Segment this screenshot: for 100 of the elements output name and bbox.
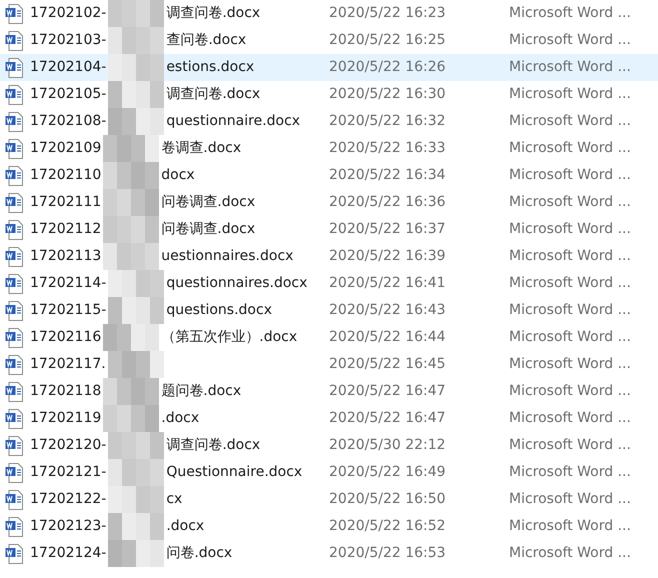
- file-name: uestionnaires.docx: [161, 247, 294, 266]
- date-modified: 2020/5/22 16:23: [329, 4, 447, 23]
- file-name: 卷调查.docx: [161, 139, 242, 158]
- word-document-icon: [5, 84, 23, 104]
- date-modified: 2020/5/22 16:37: [329, 220, 447, 239]
- word-document-icon: [5, 436, 23, 456]
- file-name: questionnaire.docx: [166, 112, 300, 131]
- file-name: 17202112: [30, 220, 102, 239]
- word-document-icon: [5, 112, 23, 132]
- redaction-mosaic: [103, 162, 160, 189]
- redaction-mosaic: [108, 513, 164, 540]
- file-row[interactable]: 17202111 问卷调查.docx 2020/5/22 16:36 Microsoft Word ...: [0, 189, 658, 216]
- redaction-mosaic: [108, 459, 164, 486]
- file-type: Microsoft Word ...: [509, 4, 631, 23]
- date-modified: 2020/5/22 16:39: [329, 247, 447, 266]
- file-type: Microsoft Word ...: [509, 409, 631, 428]
- file-row[interactable]: 17202114- questionnaires.docx 2020/5/22 16:41 Microsoft Word ...: [0, 270, 658, 297]
- redaction-mosaic: [108, 81, 164, 108]
- file-name: 17202105-: [30, 85, 106, 104]
- date-modified: 2020/5/22 16:53: [329, 544, 447, 563]
- file-type: Microsoft Word ...: [509, 382, 631, 401]
- word-document-icon: [5, 408, 23, 428]
- date-modified: 2020/5/22 16:33: [329, 139, 447, 158]
- file-type: Microsoft Word ...: [509, 517, 631, 536]
- file-type: Microsoft Word ...: [509, 85, 631, 104]
- file-name: questions.docx: [166, 301, 272, 320]
- file-row[interactable]: 17202123- .docx 2020/5/22 16:52 Microsoft Word ...: [0, 513, 658, 540]
- date-modified: 2020/5/22 16:25: [329, 31, 447, 50]
- file-name: 调查问卷.docx: [166, 85, 260, 104]
- file-name: 调查问卷.docx: [166, 436, 260, 455]
- file-row[interactable]: 17202119 .docx 2020/5/22 16:47 Microsoft Word ...: [0, 405, 658, 432]
- file-name: 题问卷.docx: [161, 382, 242, 401]
- file-row[interactable]: 17202110 docx 2020/5/22 16:34 Microsoft Word ...: [0, 162, 658, 189]
- file-name: 17202119: [30, 409, 102, 428]
- redaction-mosaic: [108, 27, 164, 54]
- file-name: 17202115-: [30, 301, 106, 320]
- file-name: 17202120-: [30, 436, 106, 455]
- redaction-mosaic: [103, 135, 160, 162]
- file-name: 问卷调查.docx: [161, 193, 256, 212]
- file-type: Microsoft Word ...: [509, 112, 631, 131]
- file-row[interactable]: 17202118 题问卷.docx 2020/5/22 16:47 Microsoft Word ...: [0, 378, 658, 405]
- word-document-icon: [5, 192, 23, 212]
- word-document-icon: [5, 58, 23, 78]
- word-document-icon: [5, 274, 23, 294]
- file-row[interactable]: 17202116 （第五次作业）.docx 2020/5/22 16:44 Microsoft Word ...: [0, 324, 658, 351]
- file-name: 17202113: [30, 247, 102, 266]
- file-name: questionnaires.docx: [166, 274, 308, 293]
- file-name: 17202122-: [30, 490, 106, 509]
- file-type: Microsoft Word ...: [509, 463, 631, 482]
- file-row[interactable]: 17202108- questionnaire.docx 2020/5/22 16:32 Microsoft Word ...: [0, 108, 658, 135]
- file-type: Microsoft Word ...: [509, 193, 631, 212]
- date-modified: 2020/5/22 16:26: [329, 58, 447, 77]
- date-modified: 2020/5/22 16:34: [329, 166, 447, 185]
- file-row[interactable]: 17202103- 查问卷.docx 2020/5/22 16:25 Microsoft Word ...: [0, 27, 658, 54]
- date-modified: 2020/5/22 16:52: [329, 517, 447, 536]
- word-document-icon: [5, 300, 23, 320]
- file-type: Microsoft Word ...: [509, 274, 631, 293]
- file-name: 17202118: [30, 382, 102, 401]
- file-name: 问卷调查.docx: [161, 220, 256, 239]
- file-row[interactable]: 17202113 uestionnaires.docx 2020/5/22 16:39 Microsoft Word ...: [0, 243, 658, 270]
- redaction-mosaic: [103, 378, 160, 405]
- file-row[interactable]: 17202104- estions.docx 2020/5/22 16:26 Microsoft Word ...: [0, 54, 658, 81]
- redaction-mosaic: [108, 54, 164, 81]
- file-type: Microsoft Word ...: [509, 355, 631, 374]
- file-name: 17202111: [30, 193, 102, 212]
- file-row[interactable]: 17202122- cx 2020/5/22 16:50 Microsoft Word ...: [0, 486, 658, 513]
- file-type: Microsoft Word ...: [509, 166, 631, 185]
- file-row[interactable]: 17202121- Questionnaire.docx 2020/5/22 16:49 Microsoft Word ...: [0, 459, 658, 486]
- file-name: .docx: [166, 517, 204, 536]
- file-name: 17202117.: [30, 355, 106, 374]
- word-document-icon: [5, 30, 23, 50]
- file-type: Microsoft Word ...: [509, 490, 631, 509]
- file-name: （第五次作业）.docx: [161, 328, 298, 347]
- file-name: 17202102-: [30, 4, 106, 23]
- file-type: Microsoft Word ...: [509, 436, 631, 455]
- file-name: 17202110: [30, 166, 102, 185]
- file-name: 17202116: [30, 328, 102, 347]
- word-document-icon: [5, 138, 23, 158]
- file-row[interactable]: 17202117. 2020/5/22 16:45 Microsoft Word ...: [0, 351, 658, 378]
- word-document-icon: [5, 544, 23, 564]
- file-row[interactable]: 17202109 卷调查.docx 2020/5/22 16:33 Microsoft Word ...: [0, 135, 658, 162]
- file-row[interactable]: 17202112 问卷调查.docx 2020/5/22 16:37 Microsoft Word ...: [0, 216, 658, 243]
- date-modified: 2020/5/30 22:12: [329, 436, 447, 455]
- date-modified: 2020/5/22 16:43: [329, 301, 447, 320]
- date-modified: 2020/5/22 16:32: [329, 112, 447, 131]
- date-modified: 2020/5/22 16:36: [329, 193, 447, 212]
- file-row[interactable]: 17202105- 调查问卷.docx 2020/5/22 16:30 Microsoft Word ...: [0, 81, 658, 108]
- file-name: cx: [166, 490, 182, 509]
- redaction-mosaic: [103, 243, 160, 270]
- redaction-mosaic: [108, 108, 164, 135]
- redaction-mosaic: [108, 297, 164, 324]
- file-row[interactable]: 17202102- 调查问卷.docx 2020/5/22 16:23 Microsoft Word ...: [0, 0, 658, 27]
- redaction-mosaic: [103, 324, 160, 351]
- file-row[interactable]: 17202115- questions.docx 2020/5/22 16:43 Microsoft Word ...: [0, 297, 658, 324]
- file-row[interactable]: 17202124- 问卷.docx 2020/5/22 16:53 Microsoft Word ...: [0, 540, 658, 567]
- file-row[interactable]: 17202120- 调查问卷.docx 2020/5/30 22:12 Microsoft Word ...: [0, 432, 658, 459]
- file-name: 17202103-: [30, 31, 106, 50]
- redaction-mosaic: [103, 405, 160, 432]
- redaction-mosaic: [108, 540, 164, 567]
- redaction-mosaic: [108, 486, 164, 513]
